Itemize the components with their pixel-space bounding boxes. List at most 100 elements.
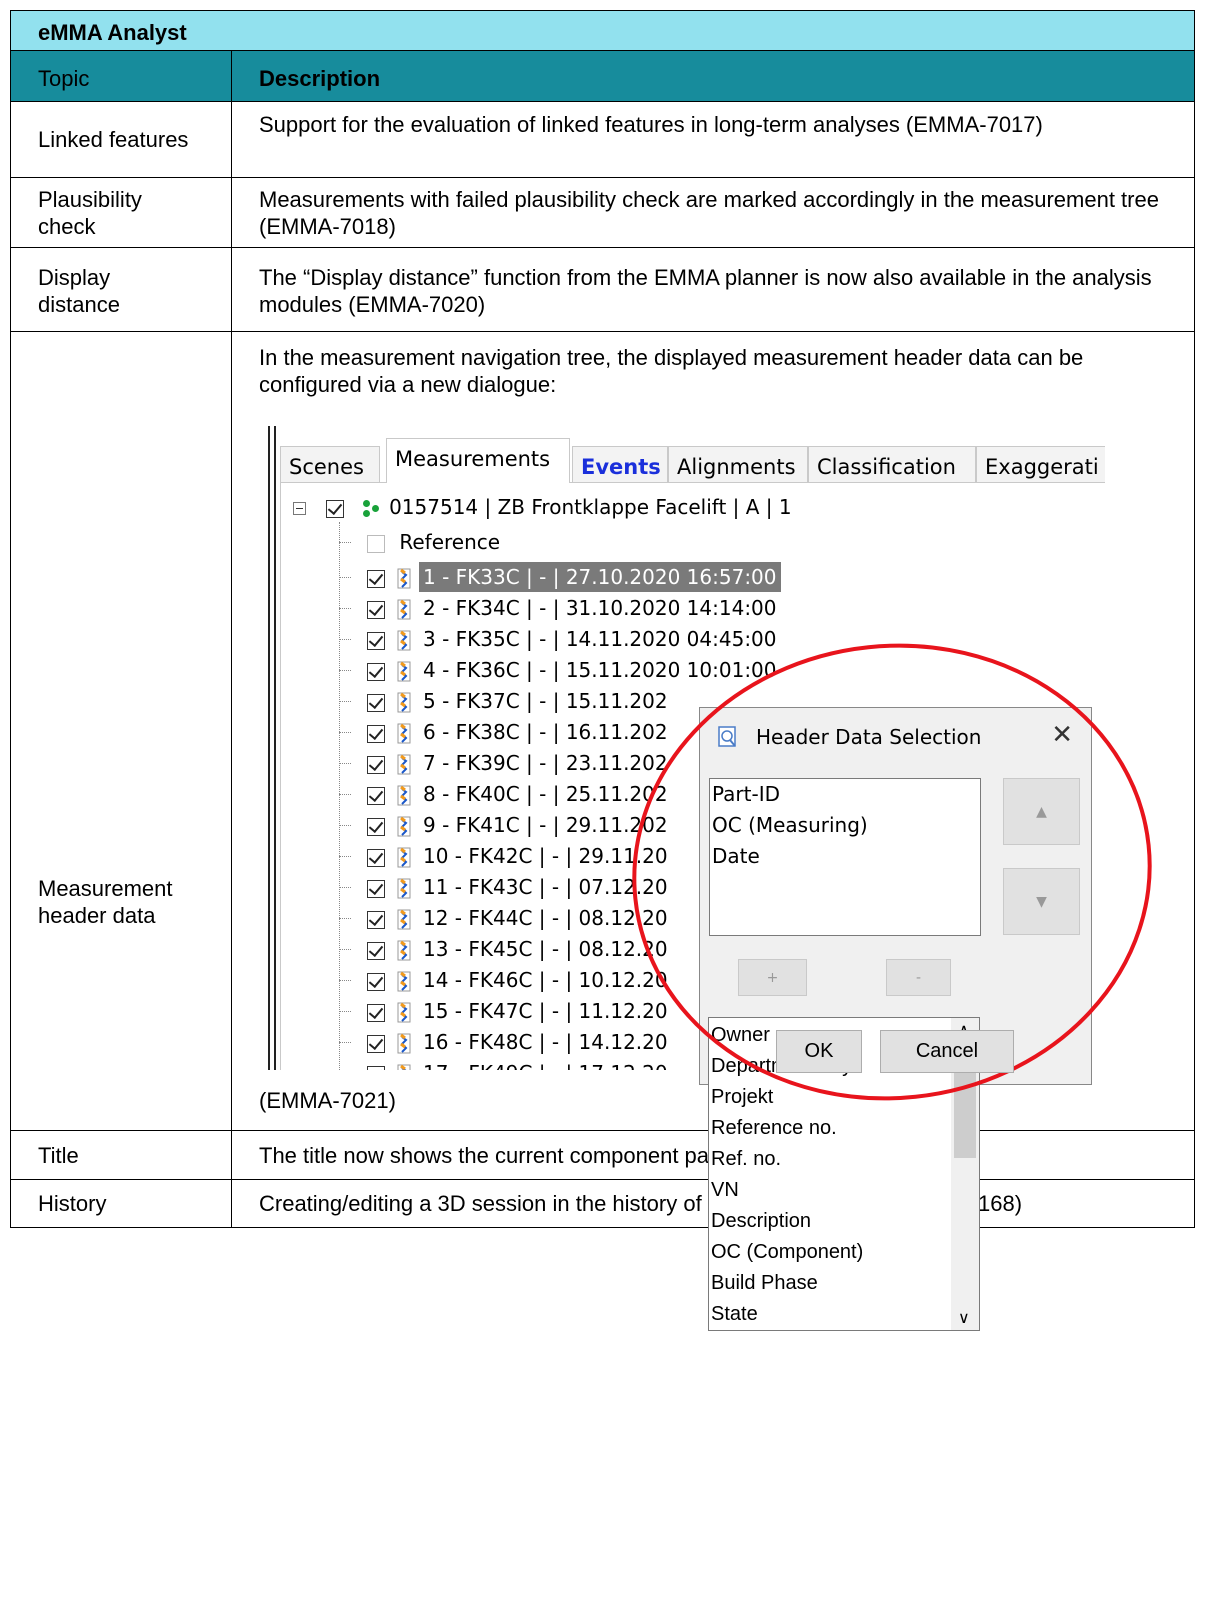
row-topic: Plausibility check bbox=[11, 178, 232, 247]
tree-connector-h bbox=[339, 608, 351, 609]
measurement-file-icon bbox=[397, 878, 411, 898]
list-item[interactable]: 14 - FK46C | - | 10.12.20 bbox=[339, 965, 672, 995]
row-topic: Linked features bbox=[11, 102, 232, 177]
measurement-group-icon bbox=[362, 499, 383, 519]
table-title: eMMA Analyst bbox=[38, 20, 187, 45]
measurement-checkbox[interactable] bbox=[367, 600, 385, 619]
tree-root-node[interactable]: 0157514 | ZB Frontklappe Facelift | A | … bbox=[293, 492, 792, 522]
measurement-checkbox[interactable] bbox=[367, 1065, 385, 1070]
measurement-label: 1 - FK33C | - | 27.10.2020 16:57:00 bbox=[419, 562, 781, 592]
measurement-file-icon bbox=[397, 754, 411, 774]
tree-connector-h bbox=[339, 1011, 351, 1012]
list-item[interactable]: Build Phase bbox=[709, 1268, 979, 1299]
list-item[interactable]: State bbox=[709, 1299, 979, 1330]
measurement-checkbox[interactable] bbox=[367, 817, 385, 836]
tree-connector-h bbox=[339, 825, 351, 826]
list-item[interactable]: 15 - FK47C | - | 11.12.20 bbox=[339, 996, 672, 1026]
list-item[interactable]: Reference no. bbox=[709, 1113, 979, 1144]
measurement-file-icon bbox=[397, 785, 411, 805]
list-item[interactable]: VN bbox=[709, 1175, 979, 1206]
reference-node[interactable]: Reference bbox=[339, 527, 500, 557]
table-row: Linked features Support for the evaluati… bbox=[10, 102, 1195, 178]
measurement-file-icon bbox=[397, 1002, 411, 1022]
row-topic: Measurement header data bbox=[11, 332, 232, 1130]
measurement-file-icon bbox=[397, 630, 411, 650]
list-item[interactable]: 2 - FK34C | - | 31.10.2020 14:14:00 bbox=[339, 593, 781, 623]
tab-scenes[interactable]: Scenes bbox=[280, 446, 380, 482]
list-item[interactable]: 10 - FK42C | - | 29.11.20 bbox=[339, 841, 672, 871]
measurement-checkbox[interactable] bbox=[367, 786, 385, 805]
tab-events[interactable]: Events bbox=[572, 446, 668, 482]
measurement-checkbox[interactable] bbox=[367, 941, 385, 960]
measurement-checkbox[interactable] bbox=[367, 631, 385, 650]
measurement-file-icon bbox=[397, 909, 411, 929]
row-description: In the measurement navigation tree, the … bbox=[259, 345, 1084, 397]
measurement-checkbox[interactable] bbox=[367, 972, 385, 991]
measurement-checkbox[interactable] bbox=[367, 662, 385, 681]
list-item[interactable]: 8 - FK40C | - | 25.11.202 bbox=[339, 779, 672, 809]
header-description: Description bbox=[259, 66, 381, 91]
tree-connector-h bbox=[339, 856, 351, 857]
measurement-checkbox[interactable] bbox=[367, 910, 385, 929]
measurement-checkbox[interactable] bbox=[367, 1003, 385, 1022]
row-description: The “Display distance” function from the… bbox=[259, 265, 1152, 317]
table-row: History Creating/editing a 3D session in… bbox=[10, 1180, 1195, 1228]
tree-connector-h bbox=[339, 542, 351, 543]
measurement-checkbox[interactable] bbox=[367, 755, 385, 774]
root-label: 0157514 | ZB Frontklappe Facelift | A | … bbox=[389, 495, 792, 519]
measurement-file-icon bbox=[397, 1033, 411, 1053]
list-item[interactable]: Ref. no. bbox=[709, 1144, 979, 1175]
row-topic: Title bbox=[11, 1131, 232, 1179]
tab-alignments[interactable]: Alignments bbox=[668, 446, 808, 482]
table-title-row: eMMA Analyst bbox=[10, 10, 1195, 51]
row-description: Support for the evaluation of linked fea… bbox=[259, 112, 1043, 137]
header-topic: Topic bbox=[11, 51, 232, 101]
list-item[interactable]: 7 - FK39C | - | 23.11.202 bbox=[339, 748, 672, 778]
measurement-file-icon bbox=[397, 599, 411, 619]
collapse-icon[interactable] bbox=[293, 502, 306, 515]
cancel-button[interactable]: Cancel bbox=[880, 1030, 1014, 1073]
measurement-checkbox[interactable] bbox=[367, 879, 385, 898]
tree-connector-h bbox=[339, 763, 351, 764]
list-item[interactable]: 17 - FK49C | - | 17.12.20 bbox=[339, 1058, 672, 1070]
table-row: Title The title now shows the current co… bbox=[10, 1131, 1195, 1180]
scroll-down-icon[interactable]: ∨ bbox=[958, 1308, 970, 1328]
list-item[interactable]: 11 - FK43C | - | 07.12.20 bbox=[339, 872, 672, 902]
measurement-file-icon bbox=[397, 847, 411, 867]
measurement-checkbox[interactable] bbox=[367, 848, 385, 867]
tree-connector-h bbox=[339, 670, 351, 671]
list-item[interactable]: 1 - FK33C | - | 27.10.2020 16:57:00 bbox=[339, 562, 781, 592]
list-item[interactable]: 13 - FK45C | - | 08.12.20 bbox=[339, 934, 672, 964]
list-item[interactable]: 6 - FK38C | - | 16.11.202 bbox=[339, 717, 672, 747]
row-topic: History bbox=[11, 1180, 232, 1227]
measurement-checkbox[interactable] bbox=[367, 1034, 385, 1053]
measurement-checkbox[interactable] bbox=[367, 693, 385, 712]
tree-connector-h bbox=[339, 918, 351, 919]
measurement-checkbox[interactable] bbox=[367, 724, 385, 743]
tab-exaggeration[interactable]: Exaggerati bbox=[976, 446, 1105, 482]
list-item[interactable]: 12 - FK44C | - | 08.12.20 bbox=[339, 903, 672, 933]
reference-label: Reference bbox=[399, 530, 501, 554]
ok-button[interactable]: OK bbox=[776, 1030, 862, 1073]
measurement-file-icon bbox=[397, 971, 411, 991]
row-topic: Display distance bbox=[11, 248, 232, 331]
tree-connector-h bbox=[339, 794, 351, 795]
list-item[interactable]: 5 - FK37C | - | 15.11.202 bbox=[339, 686, 672, 716]
list-item[interactable]: Description bbox=[709, 1206, 979, 1237]
tree-connector-h bbox=[339, 887, 351, 888]
row-description: Measurements with failed plausibility ch… bbox=[259, 187, 1159, 239]
reference-checkbox[interactable] bbox=[367, 534, 385, 553]
tab-classification[interactable]: Classification bbox=[808, 446, 976, 482]
list-item[interactable]: OC (Component) bbox=[709, 1237, 979, 1268]
tree-connector-h bbox=[339, 701, 351, 702]
table-row: Display distance The “Display distance” … bbox=[10, 248, 1195, 332]
measurement-file-icon bbox=[397, 568, 411, 588]
measurement-checkbox[interactable] bbox=[367, 569, 385, 588]
tab-measurements[interactable]: Measurements bbox=[386, 438, 570, 483]
tree-connector-h bbox=[339, 577, 351, 578]
window-frame bbox=[268, 426, 276, 1070]
tree-connector-h bbox=[339, 980, 351, 981]
list-item[interactable]: 16 - FK48C | - | 14.12.20 bbox=[339, 1027, 672, 1057]
list-item[interactable]: 9 - FK41C | - | 29.11.202 bbox=[339, 810, 672, 840]
root-checkbox[interactable] bbox=[326, 499, 345, 518]
